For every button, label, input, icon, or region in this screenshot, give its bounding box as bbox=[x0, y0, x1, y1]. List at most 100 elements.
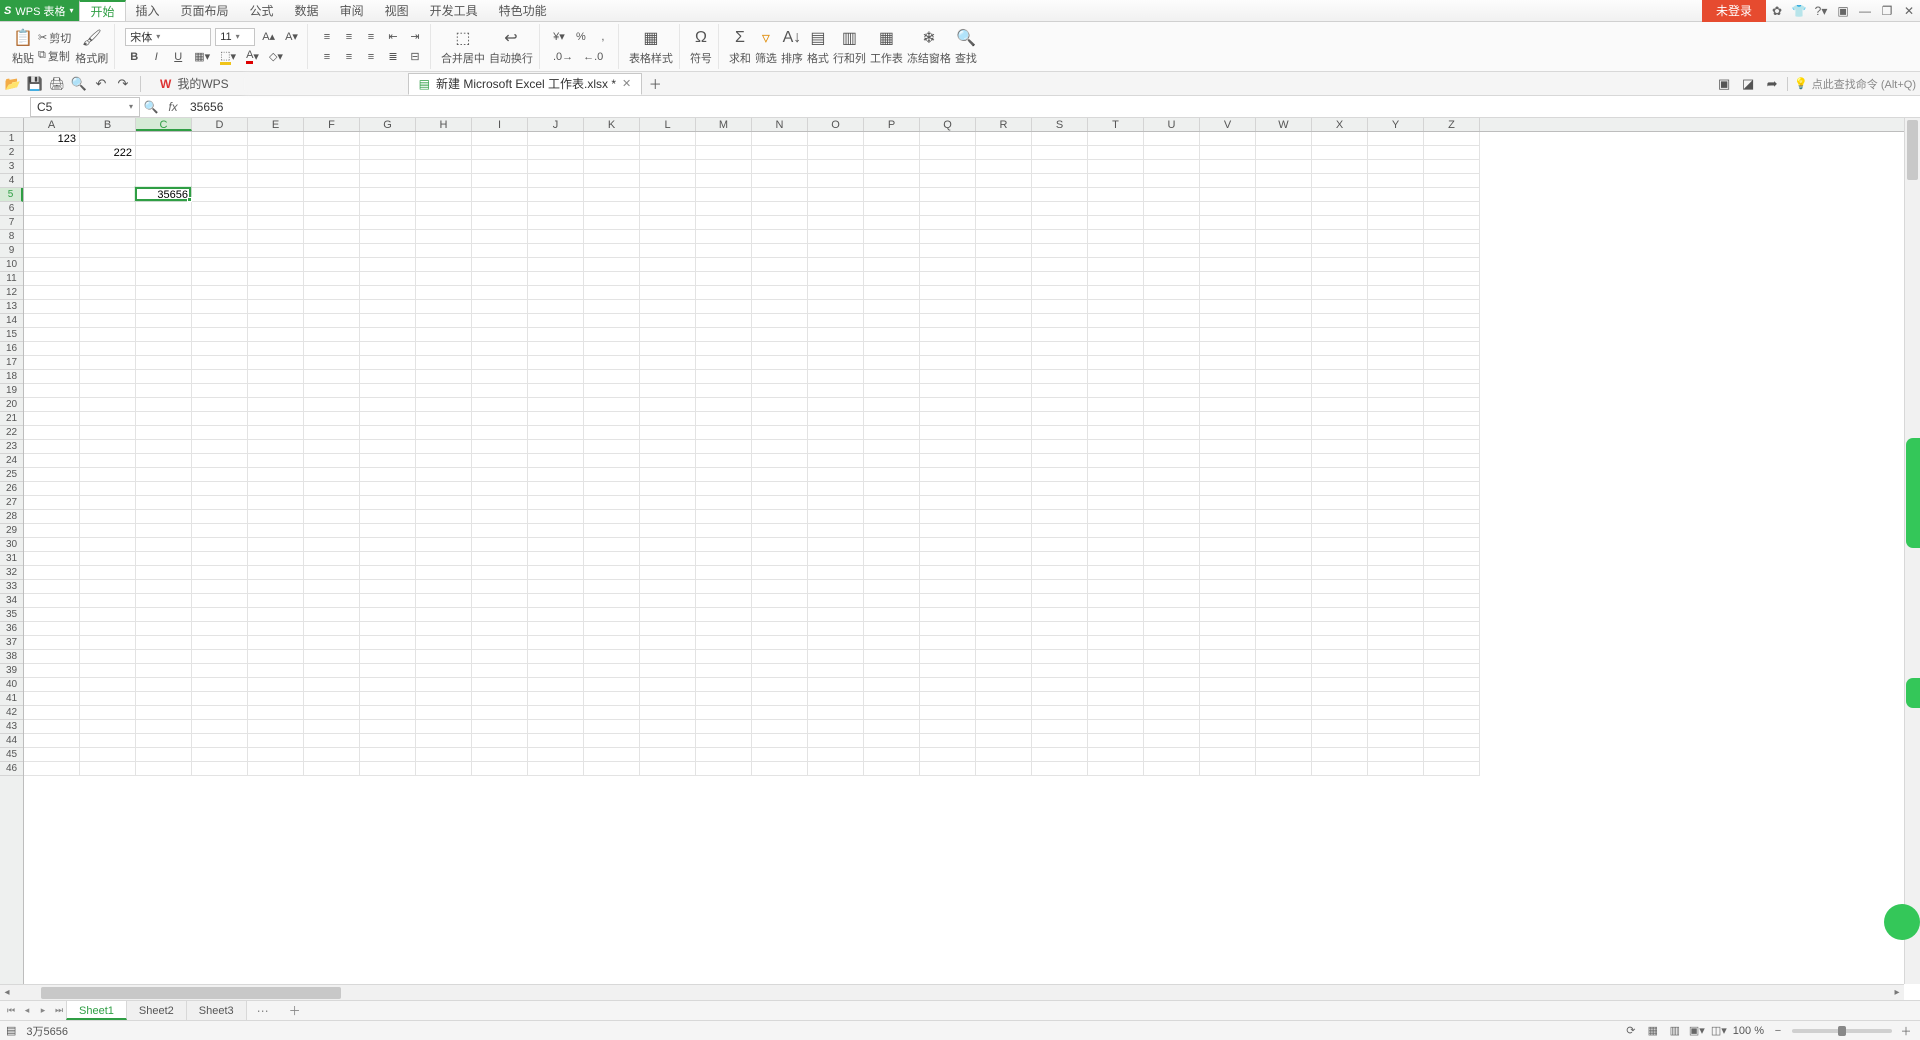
cell[interactable] bbox=[472, 454, 528, 468]
cell[interactable] bbox=[80, 426, 136, 440]
cell[interactable] bbox=[416, 524, 472, 538]
cell[interactable] bbox=[416, 174, 472, 188]
cell[interactable] bbox=[752, 160, 808, 174]
doc-tab-blurred[interactable] bbox=[244, 73, 404, 95]
cell[interactable] bbox=[976, 524, 1032, 538]
cell[interactable] bbox=[528, 412, 584, 426]
cell[interactable] bbox=[976, 174, 1032, 188]
cell[interactable] bbox=[1088, 608, 1144, 622]
cell[interactable] bbox=[1088, 426, 1144, 440]
cell[interactable] bbox=[976, 566, 1032, 580]
cell[interactable] bbox=[24, 160, 80, 174]
cell[interactable] bbox=[696, 314, 752, 328]
cell[interactable] bbox=[1144, 566, 1200, 580]
cell[interactable] bbox=[248, 552, 304, 566]
cell[interactable] bbox=[1144, 314, 1200, 328]
cell[interactable] bbox=[248, 160, 304, 174]
zoom-in-button[interactable]: ＋ bbox=[1898, 1023, 1914, 1039]
col-header[interactable]: R bbox=[976, 118, 1032, 131]
cell[interactable] bbox=[1144, 244, 1200, 258]
cell[interactable] bbox=[640, 328, 696, 342]
currency-button[interactable]: ¥▾ bbox=[550, 28, 568, 46]
cell[interactable] bbox=[864, 468, 920, 482]
cell[interactable] bbox=[640, 202, 696, 216]
cell[interactable] bbox=[976, 734, 1032, 748]
italic-button[interactable]: I bbox=[147, 48, 165, 66]
cell[interactable] bbox=[584, 426, 640, 440]
find-button[interactable]: 🔍查找 bbox=[955, 28, 977, 66]
cell[interactable] bbox=[248, 230, 304, 244]
cell[interactable] bbox=[1312, 748, 1368, 762]
cell[interactable] bbox=[136, 426, 192, 440]
cell[interactable] bbox=[192, 398, 248, 412]
cell[interactable] bbox=[1088, 678, 1144, 692]
cell[interactable] bbox=[360, 664, 416, 678]
cell[interactable] bbox=[808, 636, 864, 650]
cell[interactable] bbox=[248, 202, 304, 216]
cell[interactable] bbox=[528, 622, 584, 636]
cell[interactable] bbox=[1424, 426, 1480, 440]
cell[interactable] bbox=[1256, 160, 1312, 174]
cell[interactable] bbox=[920, 342, 976, 356]
cell[interactable] bbox=[1312, 580, 1368, 594]
cell[interactable] bbox=[752, 580, 808, 594]
cell[interactable] bbox=[1424, 748, 1480, 762]
cell[interactable] bbox=[80, 706, 136, 720]
cell[interactable] bbox=[528, 650, 584, 664]
filter-button[interactable]: ▿筛选 bbox=[755, 28, 777, 66]
cell[interactable] bbox=[1200, 636, 1256, 650]
cell[interactable] bbox=[528, 328, 584, 342]
cell[interactable] bbox=[80, 608, 136, 622]
cell[interactable] bbox=[920, 440, 976, 454]
cell[interactable] bbox=[1424, 258, 1480, 272]
cell[interactable] bbox=[416, 132, 472, 146]
cell[interactable] bbox=[304, 132, 360, 146]
cell[interactable] bbox=[1088, 272, 1144, 286]
cell[interactable] bbox=[976, 720, 1032, 734]
cell[interactable] bbox=[248, 524, 304, 538]
cell[interactable] bbox=[1368, 594, 1424, 608]
cell[interactable] bbox=[584, 538, 640, 552]
wrap-text-button[interactable]: ↩自动换行 bbox=[489, 28, 533, 66]
cell[interactable] bbox=[864, 566, 920, 580]
cell[interactable] bbox=[808, 370, 864, 384]
cell[interactable] bbox=[24, 692, 80, 706]
cell[interactable] bbox=[416, 272, 472, 286]
cell[interactable] bbox=[864, 286, 920, 300]
row-header[interactable]: 14 bbox=[0, 314, 23, 328]
cell[interactable] bbox=[640, 244, 696, 258]
cell[interactable] bbox=[1200, 538, 1256, 552]
cell[interactable] bbox=[1312, 160, 1368, 174]
cell[interactable] bbox=[80, 524, 136, 538]
cell[interactable] bbox=[472, 524, 528, 538]
cell[interactable] bbox=[752, 496, 808, 510]
col-header[interactable]: Y bbox=[1368, 118, 1424, 131]
cell[interactable] bbox=[1144, 174, 1200, 188]
menu-tab-5[interactable]: 审阅 bbox=[330, 0, 375, 21]
cell[interactable] bbox=[248, 384, 304, 398]
cell[interactable] bbox=[920, 146, 976, 160]
cell[interactable] bbox=[1032, 370, 1088, 384]
cell[interactable] bbox=[1312, 342, 1368, 356]
sheet-options-button[interactable]: ⋯ bbox=[247, 1004, 279, 1018]
cell[interactable] bbox=[248, 468, 304, 482]
cell[interactable] bbox=[976, 692, 1032, 706]
cell[interactable] bbox=[1312, 244, 1368, 258]
cell[interactable] bbox=[584, 650, 640, 664]
cell[interactable] bbox=[752, 146, 808, 160]
cell[interactable] bbox=[1200, 664, 1256, 678]
cell[interactable] bbox=[416, 692, 472, 706]
cell[interactable] bbox=[192, 244, 248, 258]
cell[interactable] bbox=[1088, 692, 1144, 706]
cell[interactable] bbox=[752, 398, 808, 412]
col-header[interactable]: X bbox=[1312, 118, 1368, 131]
cell[interactable] bbox=[752, 608, 808, 622]
cell[interactable] bbox=[248, 440, 304, 454]
cell[interactable] bbox=[416, 342, 472, 356]
cell[interactable] bbox=[864, 692, 920, 706]
cell[interactable] bbox=[416, 426, 472, 440]
window-options-icon[interactable]: ▣ bbox=[1832, 0, 1854, 22]
cell[interactable] bbox=[864, 412, 920, 426]
cell[interactable] bbox=[1256, 244, 1312, 258]
cell[interactable] bbox=[1424, 678, 1480, 692]
